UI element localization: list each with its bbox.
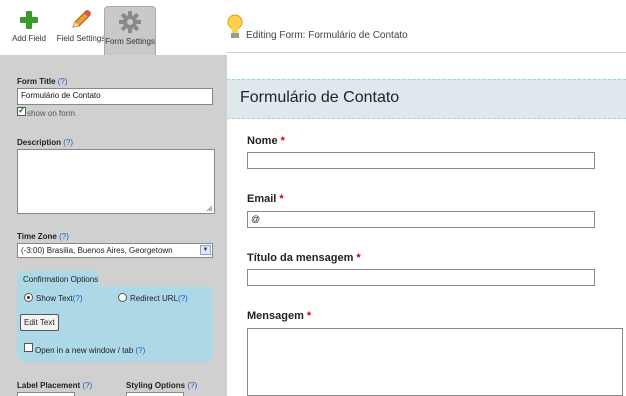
editing-form-label: Editing Form: Formulário de Contato — [246, 30, 408, 41]
styling-options-label: Styling Options (?) — [126, 381, 197, 390]
required-mark: * — [280, 135, 285, 147]
form-title-label-text: Form Title — [17, 77, 56, 86]
resize-grip-icon[interactable] — [206, 205, 213, 212]
description-help-link[interactable]: (?) — [63, 138, 73, 147]
description-label-text: Description — [17, 138, 62, 147]
label-placement-select[interactable] — [17, 392, 75, 396]
lightbulb-icon — [227, 14, 243, 38]
show-text-label: Show Text(?) — [36, 294, 83, 303]
timezone-label-text: Time Zone — [17, 232, 57, 241]
form-title-label: Form Title (?) — [17, 77, 68, 86]
styling-options-label-text: Styling Options — [126, 381, 186, 390]
field-label-email: Email * — [247, 193, 284, 205]
form-title-input[interactable]: Formulário de Contato — [17, 88, 213, 105]
form-title-help-link[interactable]: (?) — [58, 77, 68, 86]
required-mark: * — [279, 193, 284, 205]
form-settings-label: Form Settings — [105, 37, 155, 46]
new-window-label: Open in a new window / tab (?) — [35, 346, 145, 355]
description-label: Description (?) — [17, 138, 73, 147]
show-on-form-checkbox[interactable] — [17, 105, 26, 116]
styling-options-select[interactable] — [126, 392, 184, 396]
redirect-url-label-text: Redirect URL — [130, 294, 179, 303]
chevron-down-icon[interactable]: ▼ — [200, 245, 211, 255]
field-label-mensagem: Mensagem * — [247, 310, 311, 322]
add-field-label: Add Field — [12, 34, 46, 43]
edit-text-button[interactable]: Edit Text — [20, 314, 59, 331]
form-header[interactable]: Formulário de Contato — [227, 79, 626, 119]
plus-icon — [20, 11, 38, 29]
toolbar-divider — [227, 52, 626, 53]
redirect-url-help-link[interactable]: (?) — [178, 294, 188, 303]
description-textarea[interactable] — [17, 149, 215, 214]
nome-input[interactable] — [247, 152, 595, 169]
timezone-select[interactable]: (-3:00) Brasilia, Buenos Aires, Georgeto… — [17, 243, 213, 258]
required-mark: * — [356, 252, 361, 264]
styling-options-help-link[interactable]: (?) — [187, 381, 197, 390]
redirect-url-label: Redirect URL(?) — [130, 294, 188, 303]
label-placement-help-link[interactable]: (?) — [82, 381, 92, 390]
field-settings-button[interactable]: Field Settings — [56, 6, 106, 54]
show-text-radio[interactable] — [24, 293, 33, 302]
show-on-form-label: show on form — [27, 109, 76, 118]
timezone-help-link[interactable]: (?) — [59, 232, 69, 241]
field-label-nome: Nome * — [247, 135, 285, 147]
field-label-titulo: Título da mensagem * — [247, 252, 361, 264]
label-placement-label: Label Placement (?) — [17, 381, 92, 390]
redirect-url-radio[interactable] — [118, 293, 127, 302]
form-title: Formulário de Contato — [240, 89, 400, 106]
timezone-label: Time Zone (?) — [17, 232, 69, 241]
new-window-help-link[interactable]: (?) — [136, 346, 146, 355]
field-label-mensagem-text: Mensagem — [247, 310, 304, 322]
add-field-button[interactable]: Add Field — [8, 6, 50, 54]
new-window-label-text: Open in a new window / tab — [35, 346, 134, 355]
new-window-checkbox[interactable] — [24, 343, 33, 352]
toolbar: Add Field Field Settings Form Settings E… — [0, 0, 626, 55]
form-settings-tab[interactable]: Form Settings — [104, 6, 156, 55]
timezone-value: (-3:00) Brasilia, Buenos Aires, Georgeto… — [21, 246, 173, 255]
gear-icon — [119, 11, 141, 33]
field-label-email-text: Email — [247, 193, 277, 205]
confirmation-options-tab[interactable]: Confirmation Options — [17, 271, 99, 287]
required-mark: * — [306, 310, 312, 322]
label-placement-label-text: Label Placement — [17, 381, 81, 390]
field-label-nome-text: Nome — [247, 135, 278, 147]
pencil-icon — [72, 10, 92, 28]
show-text-label-text: Show Text — [36, 294, 73, 303]
mensagem-textarea[interactable] — [247, 328, 623, 396]
field-label-titulo-text: Título da mensagem — [247, 252, 354, 264]
email-input[interactable]: @ — [247, 211, 595, 228]
show-text-help-link[interactable]: (?) — [73, 294, 83, 303]
titulo-input[interactable] — [247, 269, 595, 286]
field-settings-label: Field Settings — [56, 34, 106, 43]
